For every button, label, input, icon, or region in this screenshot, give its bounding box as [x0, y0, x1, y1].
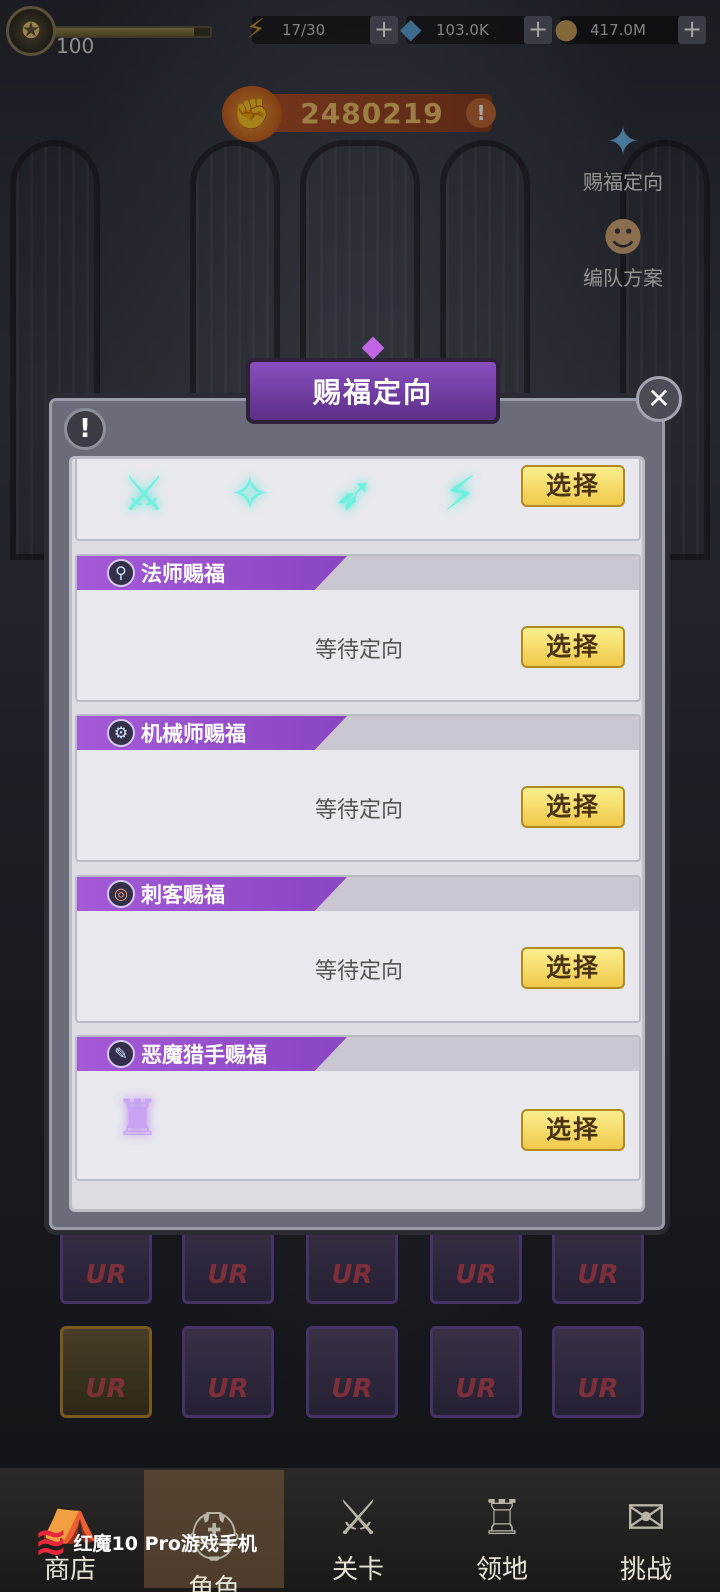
map-icon: ✉ — [625, 1490, 667, 1546]
row-header: ◎ 刺客赐福 — [77, 877, 639, 911]
modal-title-text: 赐福定向 — [312, 376, 433, 409]
modal-title: 赐福定向 — [246, 336, 500, 424]
blessing-name: 法师赐福 — [141, 562, 225, 586]
wrench-icon: ✎ — [107, 1040, 135, 1068]
blessing-name: 刺客赐福 — [141, 883, 225, 907]
castle-icon: ♖ — [480, 1490, 524, 1546]
row-header: ⚙ 机械师赐福 — [77, 716, 639, 750]
staff-icon: ⚲ — [107, 559, 135, 587]
sword-blessing-icon: ⚔ — [122, 466, 166, 522]
status-text: 等待定向 — [315, 798, 404, 823]
list-item: ✎ 恶魔猎手赐福 ♜ 选择 — [75, 1035, 641, 1181]
redmagic-logo-icon: ≋ — [34, 1519, 68, 1565]
bottom-nav: ⛺ 商店 ⛑ 角色 ⚔ 关卡 ♖ 领地 ✉ 挑战 ≋ 红魔10 Pro游戏手机 — [0, 1468, 720, 1592]
row-header: ⚲ 法师赐福 — [77, 556, 639, 590]
nav-stage-label: 关卡 — [331, 1555, 384, 1585]
nav-stage[interactable]: ⚔ 关卡 — [288, 1487, 428, 1586]
list-item: ⚲ 法师赐福 等待定向 选择 — [75, 554, 641, 702]
blessing-tag: ✎ 恶魔猎手赐福 — [77, 1037, 347, 1071]
blessing-tag: ◎ 刺客赐福 — [77, 877, 347, 911]
arrow-blessing-icon: ➶ — [333, 466, 375, 522]
info-button[interactable]: ! — [64, 408, 106, 450]
nav-territory[interactable]: ♖ 领地 — [432, 1487, 572, 1586]
bullet-blessing-icon: ⚡ — [443, 466, 477, 522]
gun-blessing-icon: ✧ — [229, 466, 271, 522]
status-text: 等待定向 — [315, 959, 404, 984]
swirl-icon: ◎ — [107, 880, 135, 908]
select-button[interactable]: 选择 — [521, 465, 625, 507]
nav-territory-label: 领地 — [475, 1555, 528, 1585]
select-button[interactable]: 选择 — [521, 1109, 625, 1151]
nav-challenge-label: 挑战 — [619, 1555, 672, 1585]
select-button[interactable]: 选择 — [521, 947, 625, 989]
blessing-name: 机械师赐福 — [141, 722, 246, 746]
list-item: ⚔ ✧ ➶ ⚡ 选择 — [75, 459, 641, 541]
blessing-modal: ⚔ ✧ ➶ ⚡ 选择 ⚲ 法师赐福 等待定向 选择 ⚙ 机械师赐福 等待定向 选… — [44, 393, 670, 1235]
list-item: ◎ 刺客赐福 等待定向 选择 — [75, 875, 641, 1023]
list-item: ⚙ 机械师赐福 等待定向 选择 — [75, 714, 641, 862]
device-watermark: ≋ 红魔10 Pro游戏手机 — [34, 1522, 257, 1562]
select-button[interactable]: 选择 — [521, 626, 625, 668]
row-header: ✎ 恶魔猎手赐福 — [77, 1037, 639, 1071]
status-text: 等待定向 — [315, 638, 404, 663]
nav-challenge[interactable]: ✉ 挑战 — [576, 1487, 716, 1586]
close-button[interactable]: ✕ — [636, 376, 682, 422]
watermark-text: 红魔10 Pro游戏手机 — [73, 1532, 257, 1555]
totem-blessing-icon: ♜ — [115, 1089, 160, 1147]
select-button[interactable]: 选择 — [521, 786, 625, 828]
blessing-tag: ⚲ 法师赐福 — [77, 556, 347, 590]
blessing-name: 恶魔猎手赐福 — [141, 1043, 267, 1067]
nav-role-label: 角色 — [187, 1574, 240, 1592]
gear-icon: ⚙ — [107, 719, 135, 747]
blessing-list: ⚔ ✧ ➶ ⚡ 选择 ⚲ 法师赐福 等待定向 选择 ⚙ 机械师赐福 等待定向 选… — [69, 456, 645, 1212]
blessing-tag: ⚙ 机械师赐福 — [77, 716, 347, 750]
crossed-swords-icon: ⚔ — [336, 1490, 380, 1546]
